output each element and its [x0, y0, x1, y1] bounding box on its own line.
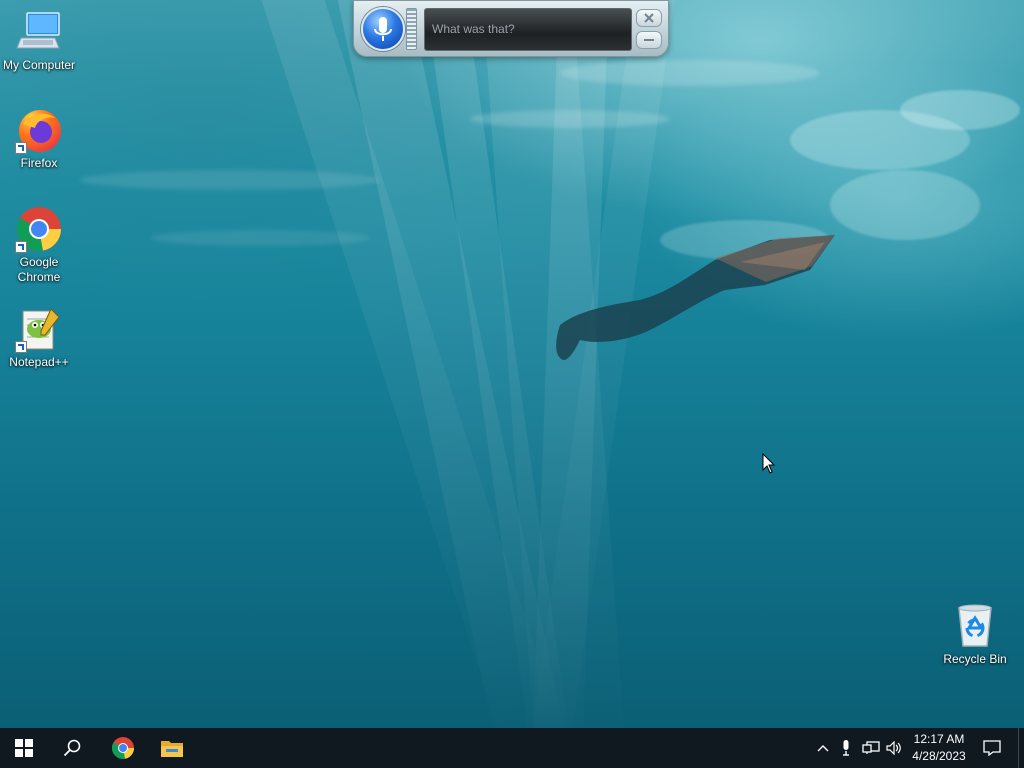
desktop-icon-label: Firefox — [20, 156, 58, 170]
shortcut-arrow-icon — [15, 341, 27, 353]
action-center-icon — [983, 740, 1001, 756]
desktop-wallpaper — [0, 0, 1024, 728]
desktop-icon-my-computer[interactable]: My Computer — [1, 8, 77, 73]
desktop-icon-google-chrome[interactable]: Google Chrome — [1, 205, 77, 285]
notepad-plus-plus-icon — [15, 305, 63, 353]
desktop-icon-firefox[interactable]: Firefox — [1, 106, 77, 171]
tray-network[interactable] — [860, 728, 882, 768]
desktop-icon-label: My Computer — [2, 58, 76, 72]
taskbar-app-file-explorer[interactable] — [148, 728, 196, 768]
desktop-icon-label: Notepad++ — [9, 355, 69, 369]
speech-minimize-button[interactable] — [636, 31, 662, 49]
microphone-icon — [843, 740, 849, 756]
clock-time: 12:17 AM — [913, 732, 965, 746]
recycle-bin-icon — [951, 602, 999, 650]
search-icon — [63, 739, 81, 757]
shortcut-arrow-icon — [15, 142, 27, 154]
minimize-icon — [644, 39, 654, 41]
speech-bar-grip[interactable] — [406, 8, 417, 50]
microphone-button[interactable] — [361, 7, 405, 51]
speech-status-display: What was that? — [424, 8, 632, 51]
speech-recognition-bar[interactable]: What was that? — [353, 0, 669, 57]
tray-microphone[interactable] — [836, 728, 856, 768]
chevron-up-icon — [817, 745, 829, 752]
microphone-icon — [374, 17, 392, 41]
taskbar-app-google-chrome[interactable] — [99, 728, 147, 768]
desktop-icon-label: Recycle Bin — [943, 652, 1007, 666]
file-explorer-icon — [161, 741, 183, 757]
taskbar: 12:17 AM 4/28/2023 — [0, 728, 1024, 768]
taskbar-clock[interactable]: 12:17 AM 4/28/2023 — [904, 731, 974, 765]
desktop-icon-label: Google Chrome — [17, 255, 61, 284]
close-icon — [644, 13, 654, 23]
chrome-icon — [15, 205, 63, 253]
speech-close-button[interactable] — [636, 9, 662, 27]
chrome-icon — [112, 737, 134, 759]
show-desktop-button[interactable] — [1018, 728, 1019, 768]
my-computer-icon — [15, 8, 63, 56]
tray-volume[interactable] — [884, 728, 904, 768]
windows-start-icon — [15, 739, 33, 757]
volume-icon — [886, 741, 901, 755]
diver-silhouette — [556, 235, 835, 360]
desktop-icon-recycle-bin[interactable]: Recycle Bin — [937, 602, 1013, 667]
shortcut-arrow-icon — [15, 241, 27, 253]
firefox-icon — [15, 106, 63, 154]
action-center-button[interactable] — [978, 728, 1006, 768]
network-icon — [862, 741, 880, 754]
desktop-icon-notepad-plus-plus[interactable]: Notepad++ — [1, 305, 77, 370]
clock-date: 4/28/2023 — [912, 749, 966, 763]
show-hidden-icons-button[interactable] — [812, 728, 834, 768]
search-button[interactable] — [48, 728, 96, 768]
start-button[interactable] — [0, 728, 48, 768]
mouse-cursor-icon — [762, 453, 776, 474]
